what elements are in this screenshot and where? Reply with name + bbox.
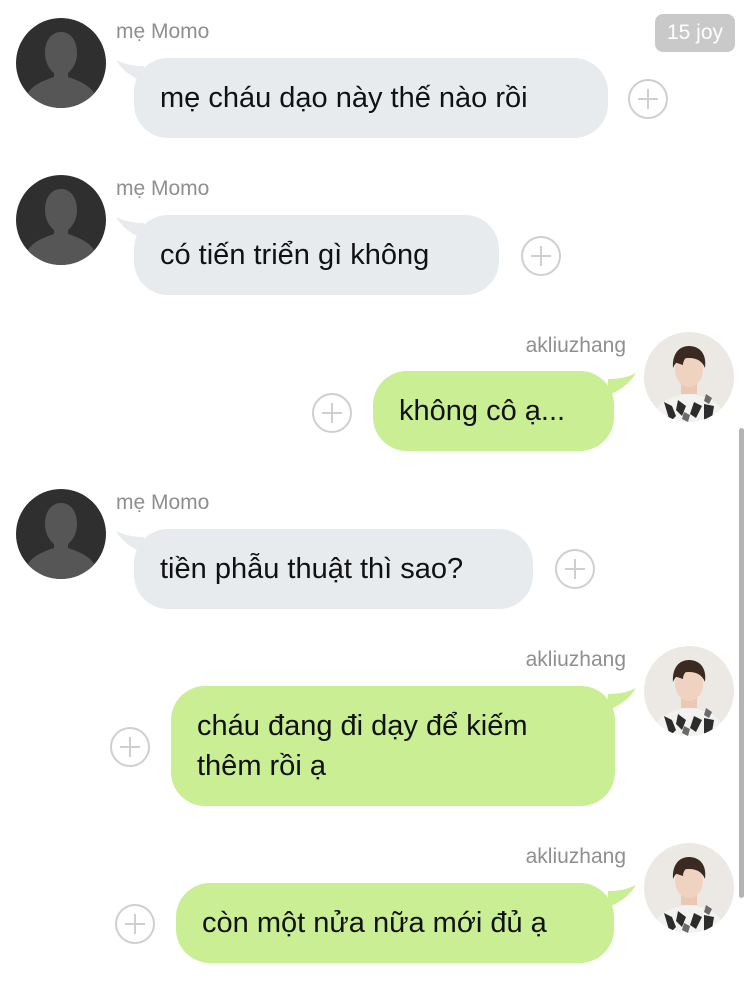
message-text: còn một nửa nữa mới đủ ạ xyxy=(202,907,547,939)
user-avatar[interactable] xyxy=(644,646,734,736)
message-text: tiền phẫu thuật thì sao? xyxy=(160,553,464,585)
default-person-icon xyxy=(16,175,106,265)
sender-avatar[interactable] xyxy=(16,175,106,265)
bubble-tail xyxy=(608,885,636,907)
add-reaction-icon[interactable] xyxy=(555,549,595,589)
message-bubble[interactable]: tiền phẫu thuật thì sao? xyxy=(134,529,533,609)
profile-photo xyxy=(644,646,734,736)
sender-avatar[interactable] xyxy=(16,489,106,579)
date-badge: 15 joy xyxy=(655,14,735,52)
sender-name: mẹ Momo xyxy=(116,177,210,200)
add-reaction-icon[interactable] xyxy=(115,904,155,944)
sender-name: mẹ Momo xyxy=(116,491,210,514)
default-person-icon xyxy=(16,489,106,579)
message-text: có tiến triển gì không xyxy=(160,239,430,271)
add-reaction-icon[interactable] xyxy=(110,727,150,767)
message-bubble[interactable]: còn một nửa nữa mới đủ ạ xyxy=(176,883,614,963)
message-bubble[interactable]: cháu đang đi dạy để kiếm thêm rồi ạ xyxy=(171,686,615,806)
message-bubble[interactable]: có tiến triển gì không xyxy=(134,215,499,295)
sender-name: akliuzhang xyxy=(525,845,626,868)
sender-name: akliuzhang xyxy=(525,334,626,357)
message-text: không cô ạ... xyxy=(399,395,566,427)
user-avatar[interactable] xyxy=(644,843,734,933)
add-reaction-icon[interactable] xyxy=(312,393,352,433)
bubble-tail xyxy=(608,373,636,395)
add-reaction-icon[interactable] xyxy=(628,79,668,119)
message-bubble[interactable]: không cô ạ... xyxy=(373,371,614,451)
add-reaction-icon[interactable] xyxy=(521,236,561,276)
user-avatar[interactable] xyxy=(644,332,734,422)
default-person-icon xyxy=(16,18,106,108)
message-bubble[interactable]: mẹ cháu dạo này thế nào rồi xyxy=(134,58,608,138)
profile-photo xyxy=(644,332,734,422)
sender-name: akliuzhang xyxy=(525,648,626,671)
sender-name: mẹ Momo xyxy=(116,20,210,43)
message-text: mẹ cháu dạo này thế nào rồi xyxy=(160,82,528,114)
scrollbar[interactable] xyxy=(739,428,744,898)
profile-photo xyxy=(644,843,734,933)
sender-avatar[interactable] xyxy=(16,18,106,108)
message-text: cháu đang đi dạy để kiếm thêm rồi ạ xyxy=(197,710,528,782)
